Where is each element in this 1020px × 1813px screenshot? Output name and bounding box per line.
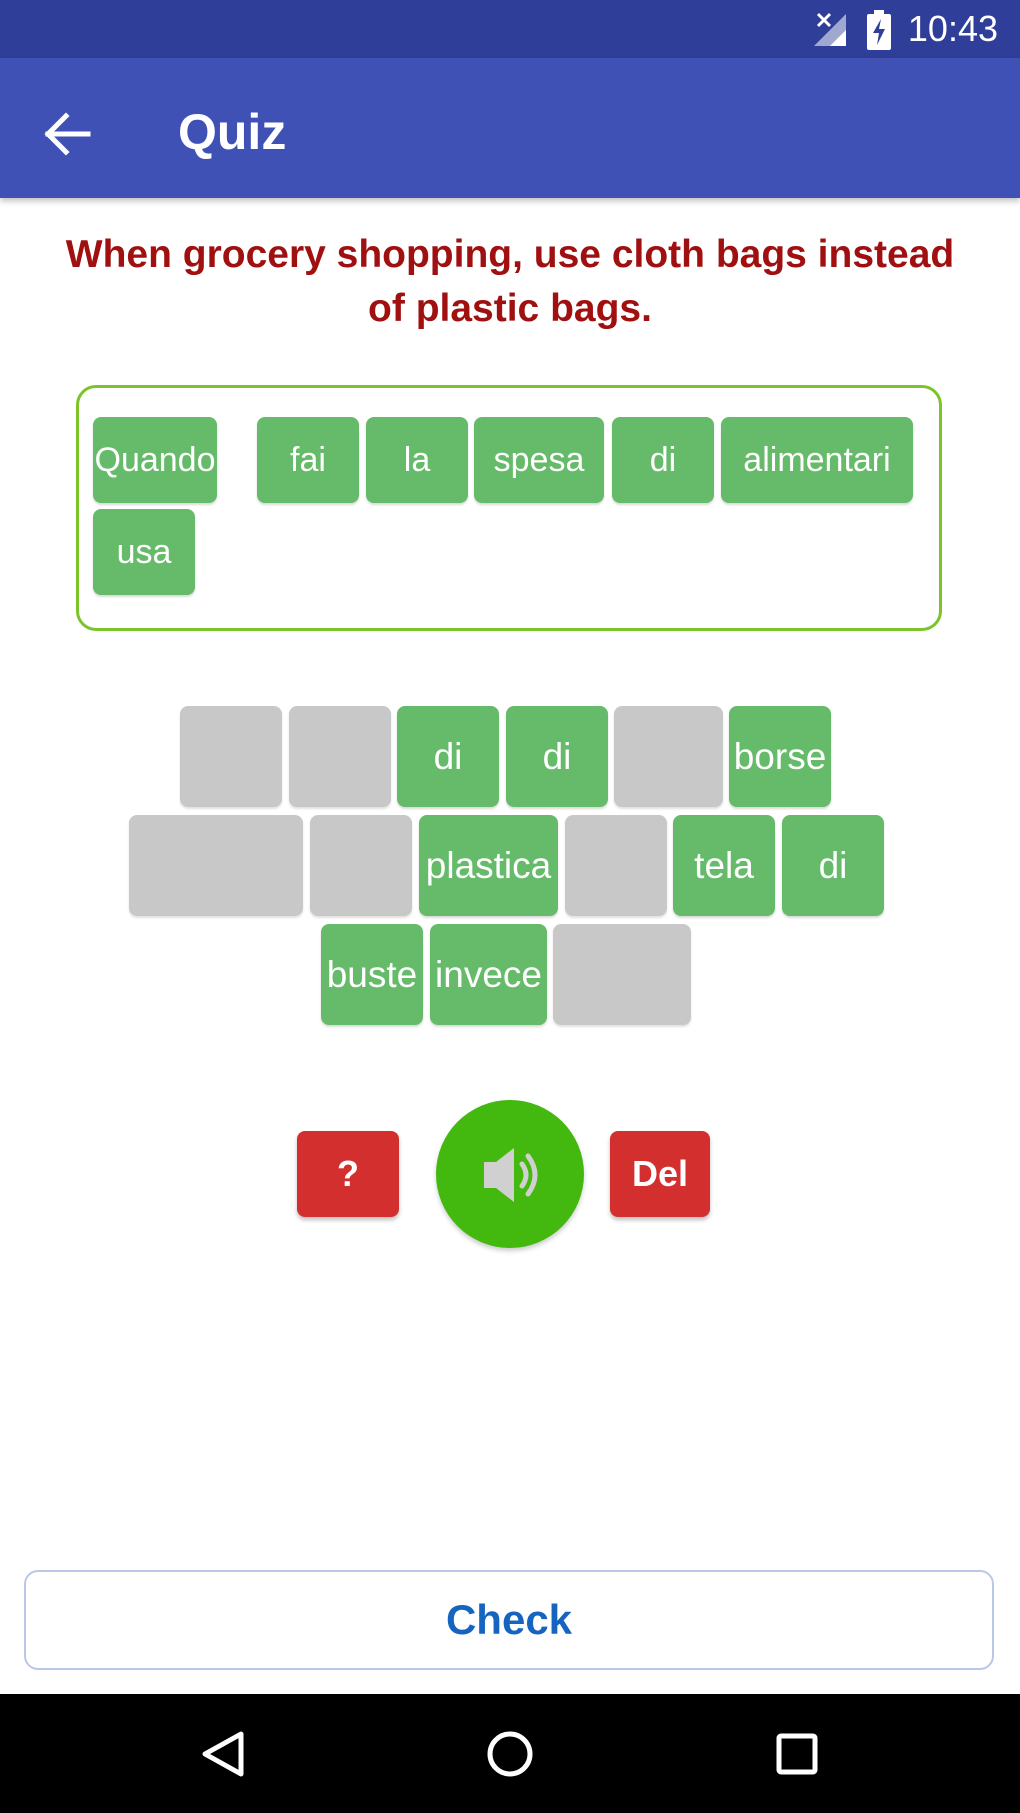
hint-button[interactable]: ? bbox=[297, 1131, 399, 1217]
signal-off-icon bbox=[814, 12, 846, 46]
battery-charging-icon bbox=[867, 10, 891, 50]
answer-word-chip[interactable]: spesa bbox=[474, 417, 604, 503]
answer-word-chip[interactable]: usa bbox=[93, 509, 195, 595]
answer-word-chip[interactable]: Quando bbox=[93, 417, 217, 503]
answer-word-chip[interactable]: la bbox=[366, 417, 468, 503]
play-audio-button[interactable] bbox=[436, 1100, 584, 1248]
word-bank-slot-empty bbox=[553, 924, 691, 1025]
word-bank-slot-empty bbox=[180, 706, 282, 807]
system-nav-bar bbox=[0, 1694, 1020, 1813]
word-bank-chip[interactable]: plastica bbox=[419, 815, 558, 916]
word-bank-chip[interactable]: invece bbox=[430, 924, 547, 1025]
word-bank-slot-empty bbox=[129, 815, 303, 916]
nav-recents-button[interactable] bbox=[757, 1714, 837, 1794]
word-bank-slot-empty bbox=[565, 815, 667, 916]
nav-home-button[interactable] bbox=[470, 1714, 550, 1794]
answer-box[interactable]: Quando fai la spesa di alimentari usa bbox=[76, 385, 942, 631]
back-triangle-icon bbox=[202, 1731, 244, 1777]
recents-square-icon bbox=[776, 1733, 818, 1775]
word-bank-chip[interactable]: di bbox=[782, 815, 884, 916]
word-bank-chip[interactable]: borse bbox=[729, 706, 831, 807]
check-button[interactable]: Check bbox=[24, 1570, 994, 1670]
page-title: Quiz bbox=[178, 104, 287, 160]
delete-button[interactable]: Del bbox=[610, 1131, 710, 1217]
word-bank-chip[interactable]: di bbox=[506, 706, 608, 807]
app-bar: Quiz bbox=[0, 58, 1020, 198]
arrow-left-icon bbox=[44, 112, 91, 156]
nav-back-button[interactable] bbox=[183, 1714, 263, 1794]
word-bank-slot-empty bbox=[289, 706, 391, 807]
speaker-icon bbox=[484, 1148, 538, 1202]
back-button[interactable] bbox=[30, 94, 110, 174]
word-bank-chip[interactable]: buste bbox=[321, 924, 423, 1025]
word-bank-slot-empty bbox=[310, 815, 412, 916]
answer-word-chip[interactable]: alimentari bbox=[721, 417, 913, 503]
status-time: 10:43 bbox=[907, 8, 998, 49]
word-bank-slot-empty bbox=[614, 706, 723, 807]
answer-word-chip[interactable]: fai bbox=[257, 417, 359, 503]
status-bar: 10:43 bbox=[0, 0, 1020, 58]
word-bank-chip[interactable]: di bbox=[397, 706, 499, 807]
answer-word-chip[interactable]: di bbox=[612, 417, 714, 503]
prompt-sentence: When grocery shopping, use cloth bags in… bbox=[65, 233, 955, 330]
word-bank-chip[interactable]: tela bbox=[673, 815, 775, 916]
home-circle-icon bbox=[487, 1731, 533, 1777]
